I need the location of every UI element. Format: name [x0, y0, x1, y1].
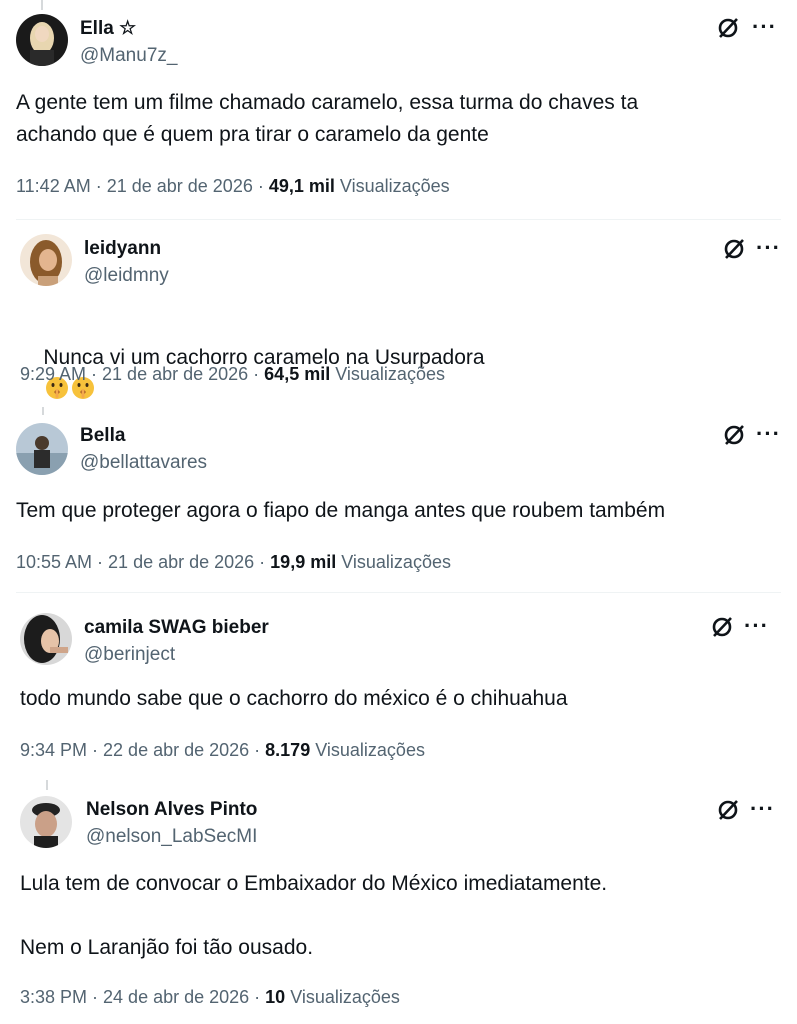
- tweet-text: Lula tem de convocar o Embaixador do Méx…: [20, 872, 608, 959]
- grok-icon[interactable]: [716, 16, 740, 40]
- display-name[interactable]: Nelson Alves Pinto: [86, 799, 257, 821]
- tweet-text: todo mundo sabe que o cachorro do méxico…: [20, 687, 568, 710]
- tweet-timestamp[interactable]: 3:38 PM · 24 de abr de 2026 ·: [20, 987, 265, 1007]
- display-name[interactable]: leidyann: [84, 238, 161, 260]
- user-handle[interactable]: @bellattavares: [80, 452, 207, 474]
- view-count: 8.179: [265, 740, 311, 760]
- tweet-card[interactable]: Nelson Alves Pinto @nelson_LabSecMI ··· …: [0, 780, 797, 1024]
- more-options-icon[interactable]: ···: [756, 423, 781, 445]
- avatar[interactable]: [16, 423, 68, 475]
- avatar[interactable]: [20, 613, 72, 665]
- views-label: Visualizações: [339, 176, 450, 196]
- view-count: 49,1 mil: [268, 176, 335, 196]
- tweet-text: A gente tem um filme chamado caramelo, e…: [16, 91, 639, 146]
- grok-icon[interactable]: [716, 798, 740, 822]
- tweet-card[interactable]: camila SWAG bieber @berinject ··· todo m…: [0, 593, 797, 783]
- tweet-meta: 9:34 PM · 22 de abr de 2026 · 8.179 Visu…: [20, 740, 425, 761]
- tweet-meta: 9:29 AM · 21 de abr de 2026 · 64,5 mil V…: [20, 364, 445, 385]
- avatar[interactable]: [20, 234, 72, 286]
- more-options-icon[interactable]: ···: [750, 798, 775, 820]
- view-count: 10: [265, 987, 286, 1007]
- user-handle[interactable]: @Manu7z_: [80, 45, 177, 67]
- tweet-meta: 10:55 AM · 21 de abr de 2026 · 19,9 mil …: [16, 552, 451, 573]
- grok-icon[interactable]: [722, 423, 746, 447]
- view-count: 64,5 mil: [264, 364, 331, 384]
- display-name[interactable]: Bella: [80, 425, 125, 447]
- user-handle[interactable]: @leidmny: [84, 265, 169, 287]
- views-label: Visualizações: [341, 552, 451, 572]
- display-name[interactable]: camila SWAG bieber: [84, 617, 269, 639]
- views-label: Visualizações: [290, 987, 400, 1007]
- thread-connector: [46, 780, 48, 790]
- tweet-card[interactable]: Bella @bellattavares ··· Tem que protege…: [0, 405, 797, 590]
- tweet-meta: 11:42 AM · 21 de abr de 2026 · 49,1 mil …: [16, 176, 450, 197]
- tweet-text: Tem que proteger agora o fiapo de manga …: [16, 499, 666, 522]
- tweet-timestamp[interactable]: 9:34 PM · 22 de abr de 2026 ·: [20, 740, 265, 760]
- more-options-icon[interactable]: ···: [752, 16, 777, 38]
- grok-icon[interactable]: [722, 237, 746, 261]
- avatar[interactable]: [16, 14, 68, 66]
- more-options-icon[interactable]: ···: [756, 237, 781, 259]
- thread-connector: [41, 0, 43, 10]
- tweet-card[interactable]: leidyann @leidmny ··· Nunca vi um cachor…: [0, 220, 797, 408]
- views-label: Visualizações: [335, 364, 445, 384]
- tweet-card[interactable]: Ella ☆ @Manu7z_ ··· A gente tem um filme…: [0, 0, 797, 218]
- views-label: Visualizações: [315, 740, 425, 760]
- user-handle[interactable]: @berinject: [84, 644, 175, 666]
- tweet-meta: 3:38 PM · 24 de abr de 2026 · 10 Visuali…: [20, 987, 400, 1008]
- grok-icon[interactable]: [710, 615, 734, 639]
- tweet-timestamp[interactable]: 11:42 AM · 21 de abr de 2026 ·: [16, 176, 269, 196]
- more-options-icon[interactable]: ···: [744, 615, 769, 637]
- tweet-timestamp[interactable]: 10:55 AM · 21 de abr de 2026 ·: [16, 552, 270, 572]
- tweet-timestamp[interactable]: 9:29 AM · 21 de abr de 2026 ·: [20, 364, 264, 384]
- user-handle[interactable]: @nelson_LabSecMI: [86, 826, 257, 848]
- avatar[interactable]: [20, 796, 72, 848]
- view-count: 19,9 mil: [270, 552, 337, 572]
- thread-connector: [42, 407, 44, 415]
- display-name[interactable]: Ella ☆: [80, 17, 136, 40]
